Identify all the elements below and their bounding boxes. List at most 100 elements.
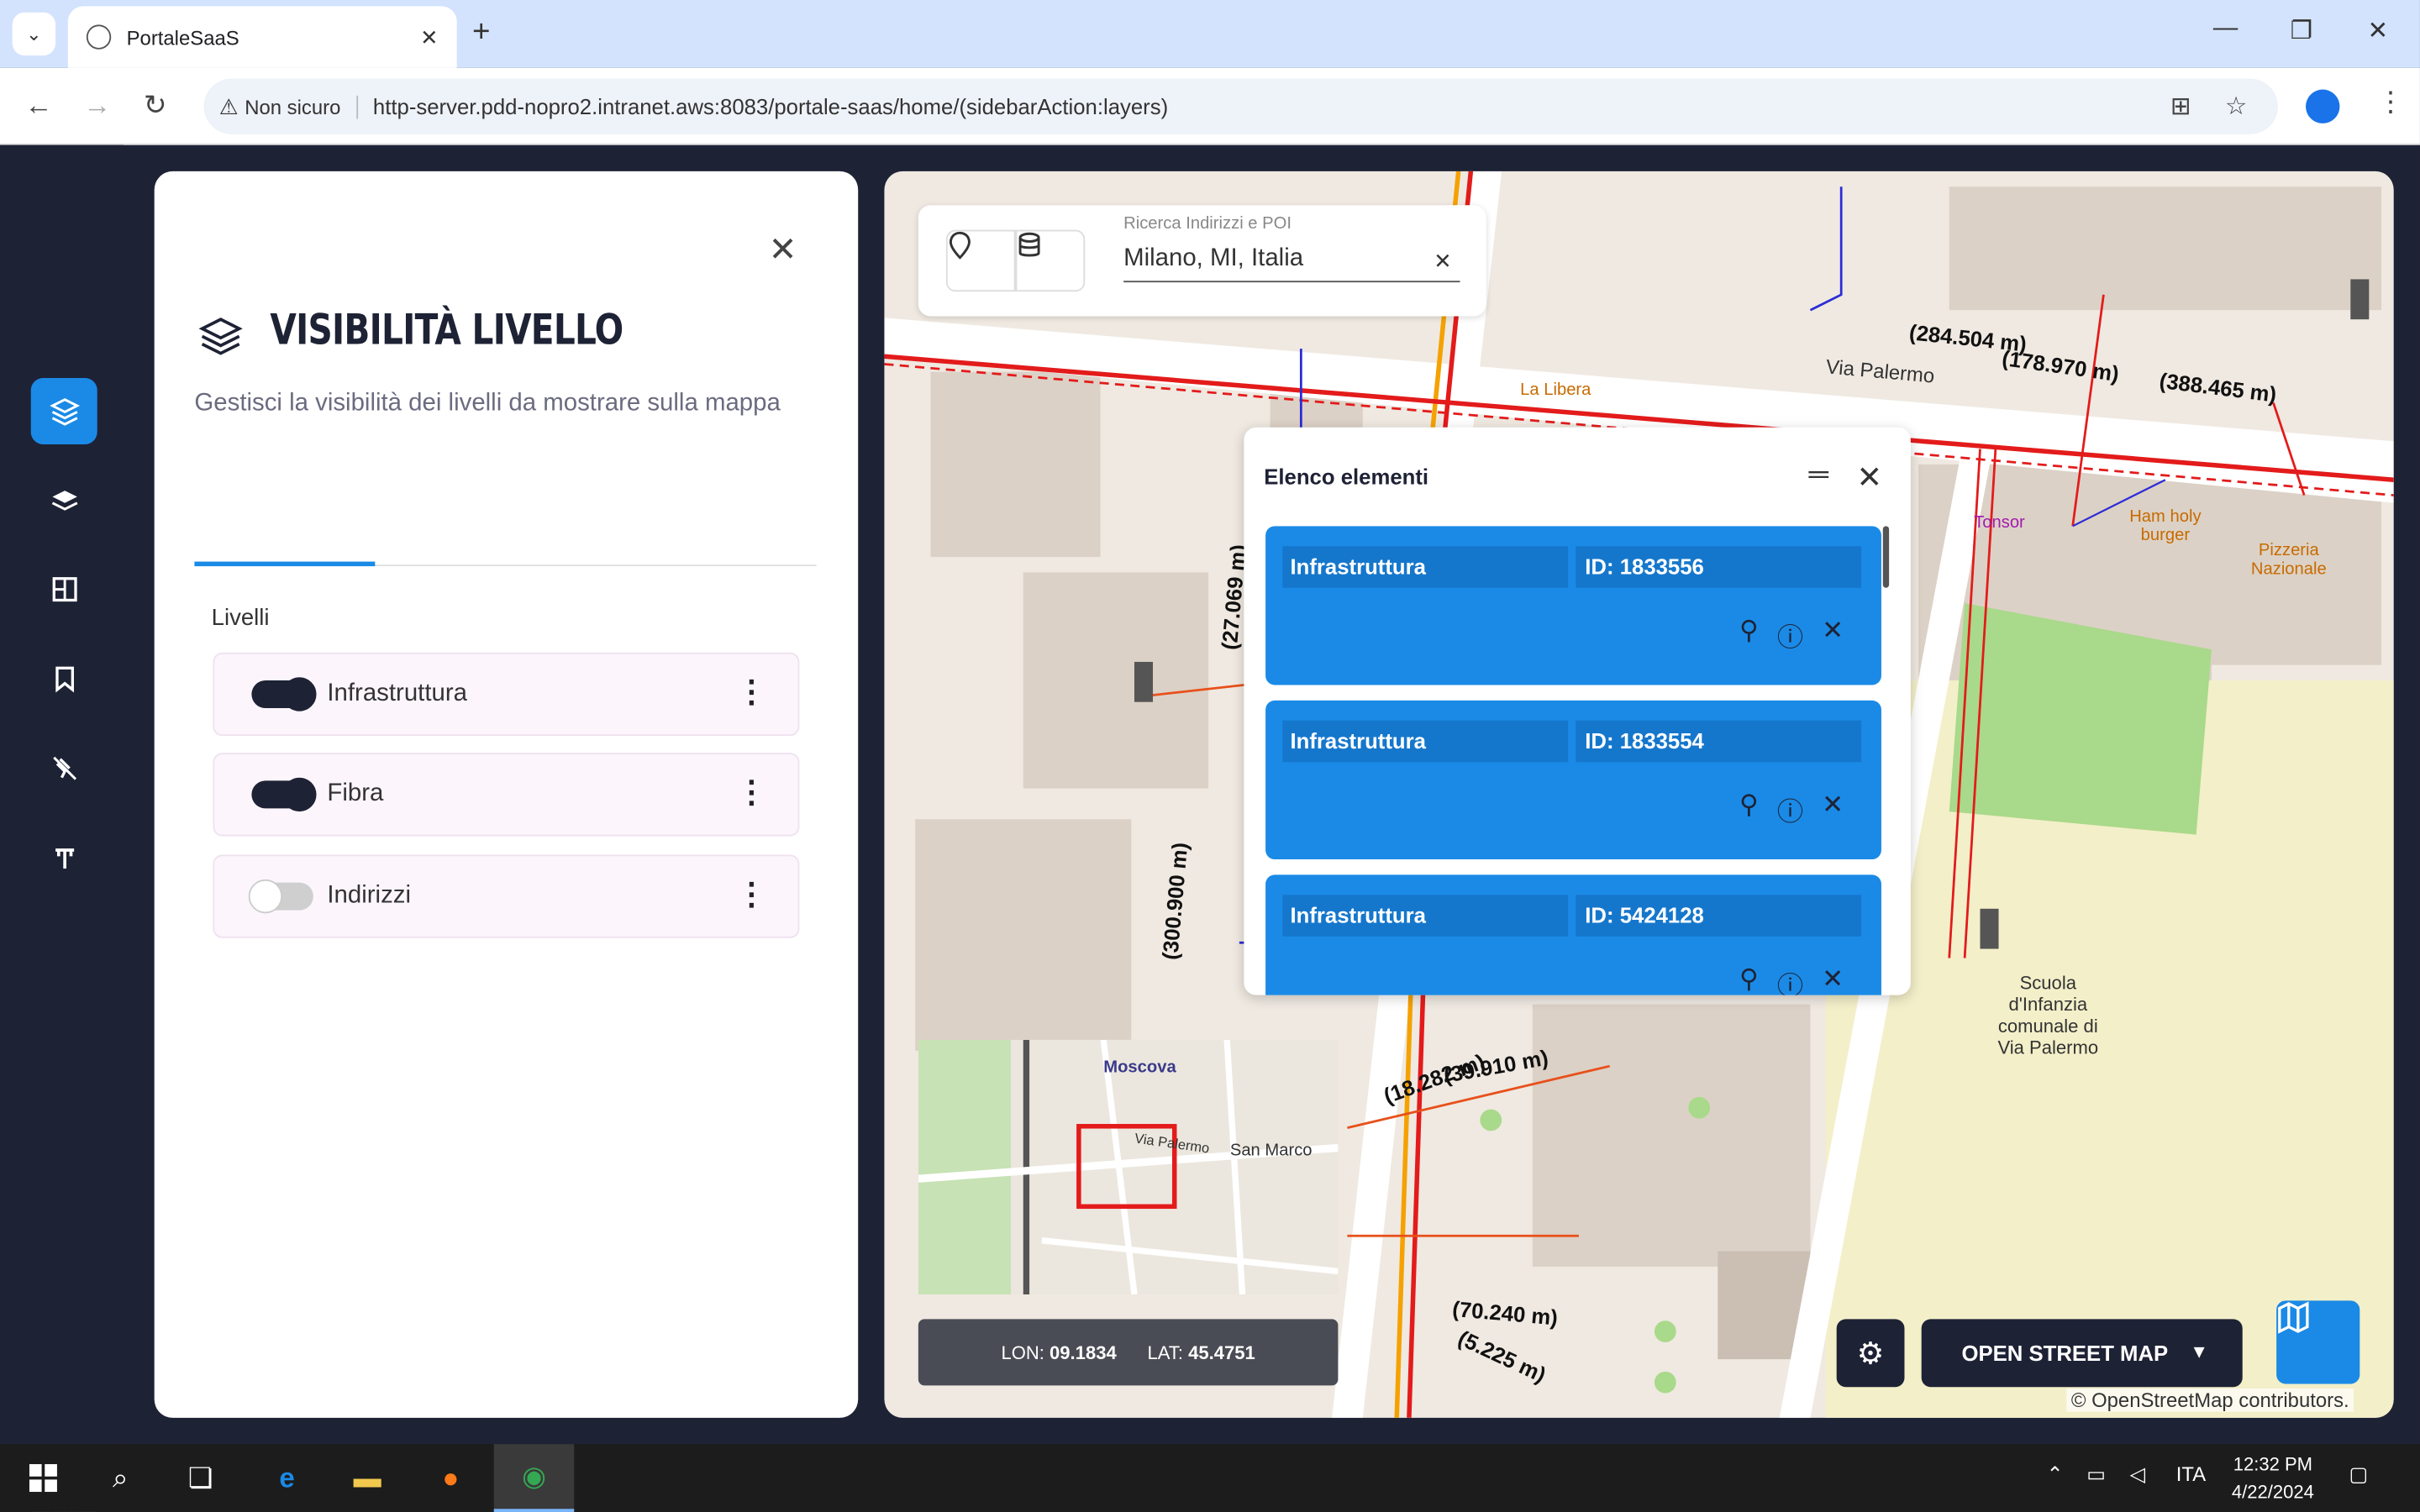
element-card[interactable]: Infrastruttura ID: 1833554 ⚲ ⓘ ✕ [1265, 700, 1881, 860]
layer-toggle[interactable] [251, 777, 317, 812]
layer-row: Indirizzi ⋮ [213, 854, 800, 938]
popup-title: Elenco elementi [1264, 464, 1429, 490]
notifications-icon[interactable]: ▢ [2349, 1462, 2368, 1487]
translate-icon[interactable]: ⊞ [2170, 91, 2191, 122]
database-search-button[interactable] [1015, 229, 1086, 292]
browser-menu-icon[interactable]: ⋮ [2377, 87, 2405, 119]
lon-value: 09.1834 [1050, 1341, 1117, 1363]
map-settings-button[interactable]: ⚙ [1836, 1319, 1905, 1388]
browser-toolbar: ← → ↻ ⚠ Non sicuro http-server.pdd-nopro… [0, 67, 2420, 145]
layer-toggle[interactable] [248, 879, 313, 914]
warning-icon: ⚠ [218, 93, 239, 118]
task-view-button[interactable]: ❏ [170, 1444, 231, 1512]
url-text[interactable]: http-server.pdd-nopro2.intranet.aws:8083… [373, 94, 1168, 118]
windows-logo-icon [29, 1464, 57, 1493]
remove-icon[interactable]: ✕ [1822, 616, 1844, 654]
remove-icon[interactable]: ✕ [1822, 964, 1844, 995]
utility-pole-button[interactable] [31, 824, 97, 890]
poi-label: Ham holy burger [2129, 507, 2202, 545]
layer-toggle[interactable] [251, 677, 317, 711]
info-icon[interactable]: ⓘ [1777, 616, 1803, 654]
locate-icon[interactable]: ⚲ [1739, 964, 1759, 995]
locate-icon[interactable]: ⚲ [1739, 790, 1759, 828]
forward-icon[interactable]: → [83, 90, 111, 123]
lat-label: LAT: [1147, 1341, 1183, 1363]
info-icon[interactable]: ⓘ [1777, 964, 1803, 995]
tab-search-button[interactable]: ⌄ [12, 12, 56, 56]
poi-search-button[interactable] [945, 229, 1016, 292]
map-canvas[interactable]: Via Palermo La Libera Ham holy burger Pi… [884, 171, 2394, 1418]
reload-icon[interactable]: ↻ [144, 90, 167, 123]
drag-handle-icon[interactable]: ═ [1809, 458, 1828, 491]
element-card[interactable]: Infrastruttura ID: 5424128 ⚲ ⓘ ✕ [1265, 874, 1881, 995]
edge-button[interactable]: e [253, 1444, 321, 1512]
layers-button[interactable] [31, 468, 97, 534]
close-panel-icon[interactable]: ✕ [769, 230, 797, 270]
minimap-label: Moscova [1103, 1058, 1176, 1078]
caret-down-icon: ▼ [2190, 1341, 2209, 1362]
layer-label: Infrastruttura [327, 680, 467, 707]
tool-off-icon [52, 755, 76, 780]
language-indicator[interactable]: ITA [2176, 1462, 2206, 1486]
clear-search-icon[interactable]: ✕ [1434, 249, 1452, 275]
search-label: Ricerca Indirizzi e POI [1123, 214, 1292, 234]
map-view-button[interactable] [2276, 1300, 2360, 1384]
bookmarks-button[interactable] [31, 645, 97, 711]
gear-icon: ⚙ [1856, 1336, 1885, 1371]
layers-visibility-button[interactable] [30, 377, 97, 444]
elements-list-popup: Elenco elementi ═ ✕ Infrastruttura ID: 1… [1244, 427, 1911, 995]
minimap-background [918, 1039, 1339, 1294]
tools-off-button[interactable] [31, 734, 97, 801]
search-input[interactable]: Milano, MI, Italia [1123, 245, 1303, 273]
address-bar[interactable]: ⚠ Non sicuro http-server.pdd-nopro2.intr… [203, 78, 2278, 134]
layers-section-label: Livelli [211, 604, 270, 632]
more-vert-icon[interactable]: ⋮ [736, 673, 767, 711]
globe-icon [86, 24, 112, 50]
firefox-button[interactable]: ● [413, 1444, 487, 1512]
coordinates-readout: LON: 09.1834 LAT: 45.4751 [918, 1319, 1339, 1386]
element-id: ID: 5424128 [1576, 895, 1862, 937]
map-attribution[interactable]: © OpenStreetMap contributors. [2066, 1389, 2354, 1412]
map-icon [2278, 1301, 2309, 1334]
chrome-button[interactable]: ◉ [493, 1444, 575, 1512]
minimize-icon[interactable]: — [2213, 15, 2238, 43]
network-icon[interactable]: ▭ [2086, 1462, 2106, 1487]
start-button[interactable] [13, 1444, 74, 1512]
volume-icon[interactable]: ◁ [2130, 1462, 2145, 1487]
clock-time: 12:32 PM [2233, 1453, 2313, 1475]
bookmark-star-icon[interactable]: ☆ [2225, 91, 2247, 122]
location-pin-icon [949, 231, 971, 260]
search-taskbar-button[interactable]: ⌕ [90, 1444, 151, 1512]
basemap-selector[interactable]: OPEN STREET MAP ▼ [1921, 1319, 2243, 1388]
clock-date: 4/22/2024 [2231, 1481, 2314, 1503]
layers-title-icon [198, 318, 243, 355]
browser-tab[interactable]: PortaleSaaS ✕ [67, 6, 457, 68]
file-explorer-button[interactable]: ▬ [334, 1444, 402, 1512]
lat-value: 45.4751 [1188, 1341, 1255, 1363]
more-vert-icon[interactable]: ⋮ [736, 874, 767, 913]
overview-minimap[interactable]: Moscova San Marco Via Palermo [918, 1039, 1339, 1294]
poi-label: Pizzeria Nazionale [2250, 541, 2327, 579]
windows-taskbar: ⌕ ❏ e ▬ ● ◉ ⌃ ▭ ◁ ITA 12:32 PM 4/22/2024… [0, 1444, 2420, 1512]
page: ⌄ PortaleSaaS ✕ + — ❐ ✕ ← → ↻ ⚠ Non sicu… [0, 0, 2420, 1512]
info-icon[interactable]: ⓘ [1777, 790, 1803, 828]
element-card[interactable]: Infrastruttura ID: 1833556 ⚲ ⓘ ✕ [1265, 526, 1881, 685]
popup-scrollbar[interactable] [1882, 526, 1890, 588]
profile-icon[interactable] [2306, 89, 2340, 123]
active-tab-indicator[interactable] [194, 561, 376, 567]
back-icon[interactable]: ← [24, 90, 52, 123]
locate-icon[interactable]: ⚲ [1739, 616, 1759, 654]
more-vert-icon[interactable]: ⋮ [736, 773, 767, 811]
address-search-box: Ricerca Indirizzi e POI Milano, MI, Ital… [918, 205, 1486, 317]
window-close-icon[interactable]: ✕ [2367, 15, 2388, 46]
close-popup-icon[interactable]: ✕ [1857, 458, 1883, 496]
remove-icon[interactable]: ✕ [1822, 790, 1844, 828]
system-clock[interactable]: 12:32 PM 4/22/2024 [2232, 1450, 2314, 1505]
close-tab-icon[interactable]: ✕ [420, 24, 439, 50]
chevron-up-icon[interactable]: ⌃ [2046, 1462, 2063, 1487]
dashboard-button[interactable] [31, 555, 97, 622]
security-label[interactable]: Non sicuro [245, 94, 358, 118]
new-tab-button[interactable]: + [472, 15, 490, 50]
restore-icon[interactable]: ❐ [2291, 15, 2312, 46]
firefox-icon: ● [442, 1462, 460, 1494]
